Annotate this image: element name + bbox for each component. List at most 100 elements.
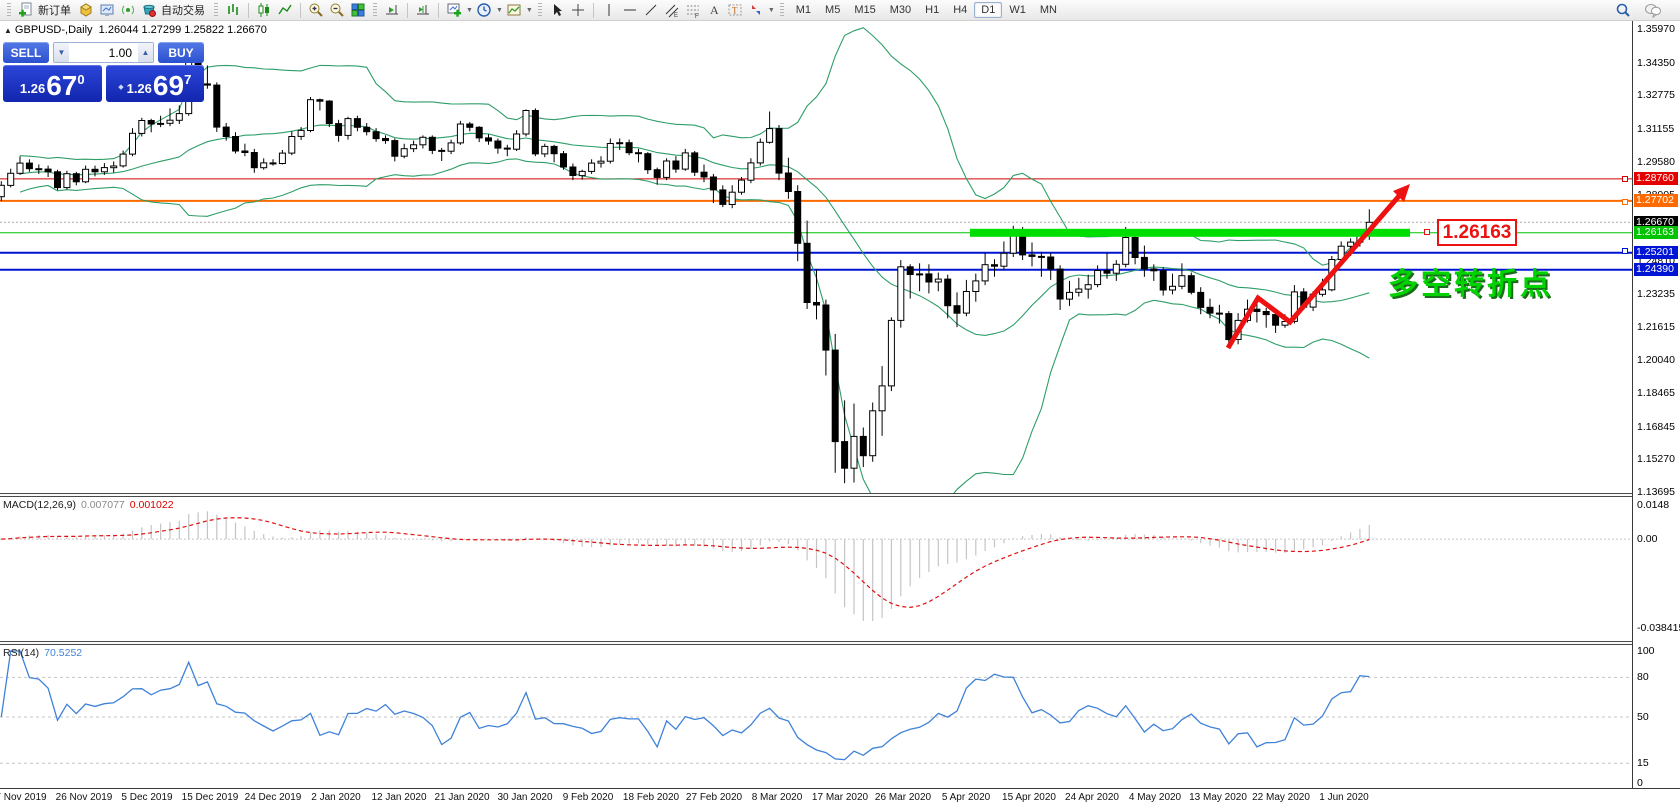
turning-point-annotation[interactable]: 多空转折点	[1388, 259, 1553, 303]
date-label: 15 Apr 2020	[1002, 792, 1056, 803]
timeframe-button-mn[interactable]: MN	[1033, 2, 1064, 18]
buy-price-sup: 7	[184, 72, 192, 87]
date-label: 1 Jun 2020	[1319, 792, 1369, 803]
cursor-icon[interactable]	[547, 1, 567, 19]
date-label: 27 Feb 2020	[685, 792, 743, 803]
timeframe-button-m1[interactable]: M1	[789, 2, 818, 18]
symbol-period-label: GBPUSD-,Daily	[14, 24, 93, 36]
price-tag-1.25201: 1.25201	[1634, 246, 1678, 260]
new-order-label[interactable]: 新订单	[38, 2, 71, 18]
buy-price-big: 69	[152, 70, 185, 101]
new-order-icon[interactable]	[16, 1, 36, 19]
price-tag-1.27702: 1.27702	[1634, 194, 1678, 208]
timeframe-button-h1[interactable]: H1	[918, 2, 946, 18]
main-price-chart[interactable]	[0, 21, 1633, 493]
buy-button[interactable]: BUY	[158, 42, 204, 63]
macd-signal-value: 0.001022	[129, 499, 174, 511]
candlestick-mode-icon[interactable]	[254, 1, 274, 19]
text-label-tool-icon[interactable]: T	[725, 1, 745, 19]
timeframe-button-m30[interactable]: M30	[883, 2, 918, 18]
timeframe-button-m15[interactable]: M15	[847, 2, 882, 18]
new-chart-icon[interactable]	[444, 1, 464, 19]
date-label: 5 Dec 2019	[121, 792, 173, 803]
toolbar-grip[interactable]	[7, 3, 11, 17]
date-axis[interactable]: 7 Nov 2019 26 Nov 2019 5 Dec 2019 15 Dec 20…	[0, 788, 1680, 808]
date-label: 4 May 2020	[1128, 792, 1182, 803]
zoom-in-icon[interactable]	[306, 1, 326, 19]
period-dropdown-arrow[interactable]: ▼	[496, 7, 503, 14]
price-tick-label: 1.35970	[1637, 23, 1675, 35]
tile-windows-icon[interactable]	[348, 1, 368, 19]
date-label: 26 Nov 2019	[55, 792, 113, 803]
search-icon[interactable]	[1613, 1, 1633, 19]
hline-handle[interactable]	[1622, 248, 1628, 254]
support-price-label[interactable]: 1.26163	[1437, 219, 1517, 246]
toolbar-grip[interactable]	[373, 3, 377, 17]
trendline-tool-icon[interactable]	[641, 1, 661, 19]
macd-name: MACD(12,26,9)	[3, 499, 76, 511]
volume-decrease-button[interactable]: ▼	[54, 43, 69, 62]
tick-direction-icon: ◆	[118, 84, 124, 91]
date-label: 13 May 2020	[1189, 792, 1247, 803]
price-axis[interactable]: 1.359701.343501.327751.311551.295801.280…	[1633, 21, 1680, 789]
auto-trading-icon[interactable]	[139, 1, 159, 19]
label-connector-handle[interactable]	[1424, 229, 1430, 235]
toolbar-separator	[300, 2, 301, 18]
text-tool-icon[interactable]: A	[704, 1, 724, 19]
auto-scroll-icon[interactable]	[382, 1, 402, 19]
date-label: 12 Jan 2020	[371, 792, 427, 803]
macd-main-value: 0.007077	[80, 499, 125, 511]
sell-button[interactable]: SELL	[3, 42, 49, 63]
date-label: 17 Mar 2020	[811, 792, 869, 803]
period-clock-icon[interactable]	[474, 1, 494, 19]
volume-value[interactable]: 1.00	[69, 43, 138, 62]
ohlc-values: 1.26044 1.27299 1.25822 1.26670	[98, 24, 267, 36]
buy-price-tile[interactable]: ◆ 1.26 69 7	[105, 65, 204, 102]
timeframe-button-d1[interactable]: D1	[974, 2, 1003, 18]
cube-icon[interactable]	[76, 1, 96, 19]
price-tick-label: 1.15270	[1637, 453, 1675, 466]
date-label: 5 Apr 2020	[941, 792, 991, 803]
line-chart-mode-icon[interactable]	[275, 1, 295, 19]
signal-icon[interactable]	[118, 1, 138, 19]
price-tick-label: 1.31155	[1637, 123, 1675, 136]
auto-trading-label[interactable]: 自动交易	[161, 2, 205, 18]
vertical-line-tool-icon[interactable]	[599, 1, 619, 19]
toolbar-grip[interactable]	[214, 3, 218, 17]
timeframe-button-w1[interactable]: W1	[1002, 2, 1033, 18]
sell-price-tile[interactable]: 1.26 67 0	[3, 65, 102, 102]
rsi-name: RSI(14)	[3, 647, 40, 659]
toolbar-grip[interactable]	[779, 3, 784, 17]
hline-handle[interactable]	[1622, 199, 1628, 205]
date-label: 7 Nov 2019	[0, 792, 47, 803]
data-window-icon[interactable]	[97, 1, 117, 19]
horizontal-line-tool-icon[interactable]	[620, 1, 640, 19]
bar-chart-mode-icon[interactable]	[223, 1, 243, 19]
chart-shift-icon[interactable]	[413, 1, 433, 19]
template-dropdown-arrow[interactable]: ▼	[526, 7, 533, 14]
macd-panel[interactable]	[0, 497, 1633, 641]
volume-increase-button[interactable]: ▲	[138, 43, 153, 62]
template-icon[interactable]	[504, 1, 524, 19]
collapse-triangle-icon[interactable]: ▲	[4, 26, 12, 35]
new-chart-dropdown-arrow[interactable]: ▼	[466, 7, 473, 14]
hline-handle[interactable]	[1622, 176, 1628, 182]
toolbar-grip[interactable]	[537, 3, 542, 17]
chart-window[interactable]: ▲ GBPUSD-,Daily 1.26044 1.27299 1.25822 1…	[0, 21, 1680, 808]
price-tick-label: 1.23235	[1637, 287, 1675, 300]
fibonacci-tool-icon[interactable]: F	[683, 1, 703, 19]
price-tick-label: 1.34350	[1637, 56, 1675, 69]
zoom-out-icon[interactable]	[327, 1, 347, 19]
timeframe-button-m5[interactable]: M5	[818, 2, 847, 18]
arrows-dropdown-arrow[interactable]: ▼	[768, 7, 775, 14]
timeframe-button-h4[interactable]: H4	[946, 2, 974, 18]
channel-tool-icon[interactable]: E	[662, 1, 682, 19]
chat-icon[interactable]	[1643, 1, 1663, 19]
rsi-panel[interactable]	[0, 645, 1633, 788]
price-tag-1.28760: 1.28760	[1634, 172, 1678, 186]
arrows-tool-icon[interactable]	[746, 1, 766, 19]
crosshair-icon[interactable]	[568, 1, 588, 19]
date-label: 15 Dec 2019	[181, 792, 239, 803]
svg-text:E: E	[674, 13, 678, 18]
toolbar-separator	[407, 2, 408, 18]
